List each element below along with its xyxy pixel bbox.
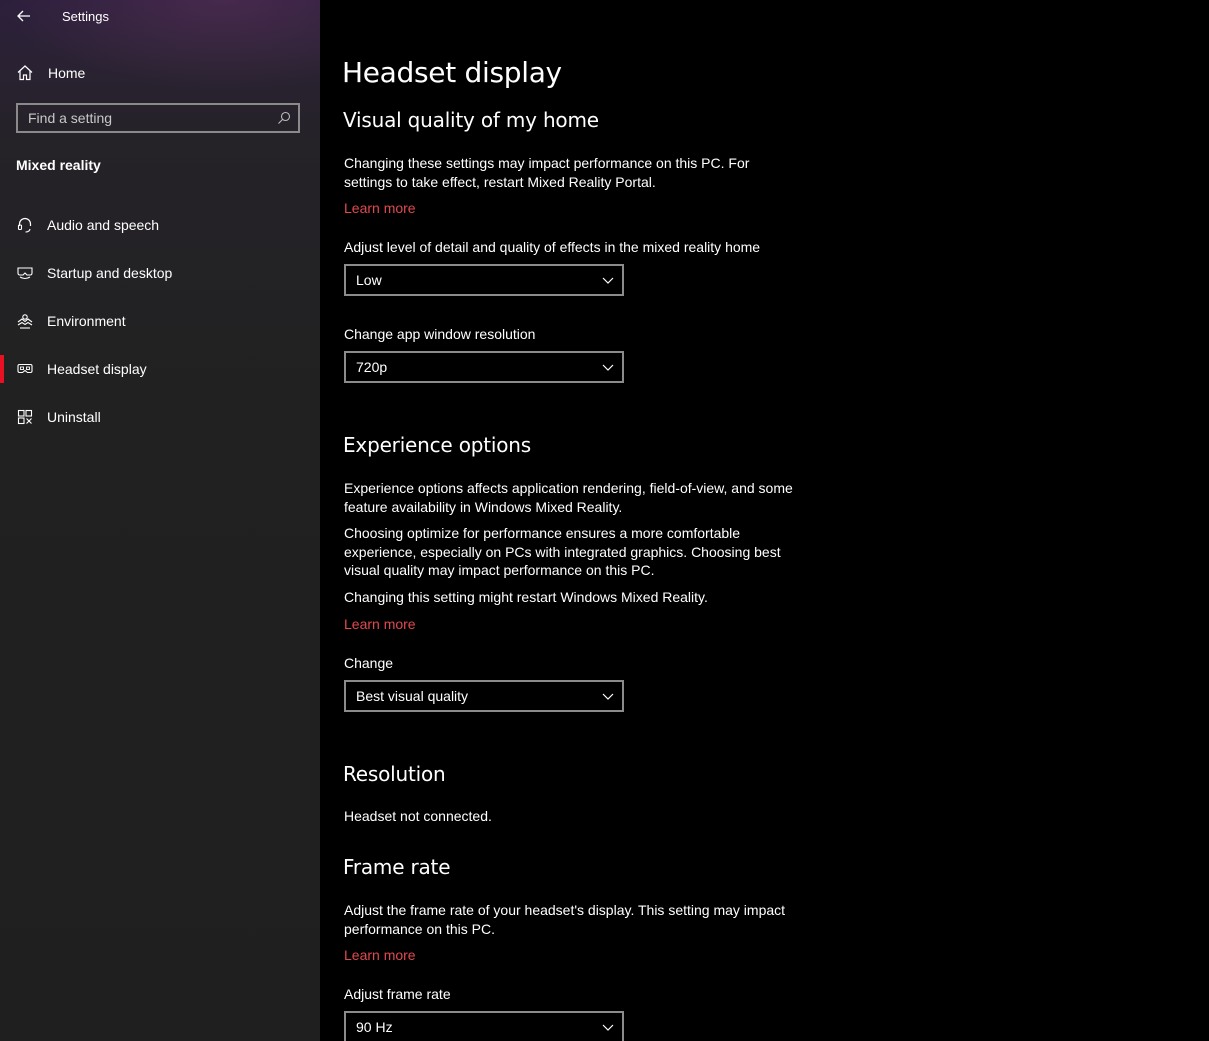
nav-home-label: Home (48, 65, 86, 81)
frame-rate-dropdown[interactable]: 90 Hz (344, 1011, 624, 1041)
app-window-resolution-label: Change app window resolution (344, 326, 536, 342)
nav-home[interactable]: Home (0, 56, 320, 90)
experience-description-1: Experience options affects application r… (344, 480, 793, 515)
app-title: Settings (62, 9, 109, 24)
sidebar-item-label: Headset display (47, 361, 147, 377)
detail-level-label: Adjust level of detail and quality of ef… (344, 239, 761, 255)
search-icon[interactable] (277, 111, 291, 125)
sidebar-item-audio-and-speech[interactable]: Audio and speech (0, 205, 320, 245)
page-title: Headset display (342, 56, 562, 89)
experience-change-dropdown[interactable]: Best visual quality (344, 680, 624, 712)
back-arrow-icon (17, 10, 30, 22)
back-button[interactable] (10, 4, 38, 28)
sidebar-item-label: Startup and desktop (47, 265, 173, 281)
resolution-status: Headset not connected. (344, 808, 492, 824)
headset-icon (17, 267, 33, 280)
resolution-heading: Resolution (343, 762, 446, 786)
headset-display-icon (17, 363, 33, 374)
sidebar: Settings Home Mixed reality Audio and sp… (0, 0, 320, 1041)
frame-rate-learn-more-link[interactable]: Learn more (344, 947, 416, 963)
chevron-down-icon (602, 1024, 614, 1031)
frame-rate-heading: Frame rate (343, 855, 451, 879)
sidebar-item-headset-display[interactable]: Headset display (0, 349, 320, 389)
detail-level-value: Low (356, 272, 382, 288)
sidebar-item-environment[interactable]: Environment (0, 301, 320, 341)
sidebar-item-uninstall[interactable]: Uninstall (0, 397, 320, 437)
search-box[interactable] (16, 103, 300, 133)
experience-change-value: Best visual quality (356, 688, 469, 704)
environment-icon (17, 314, 33, 329)
visual-quality-learn-more-link[interactable]: Learn more (344, 200, 416, 216)
active-indicator (0, 355, 4, 383)
experience-learn-more-link[interactable]: Learn more (344, 616, 416, 632)
sidebar-item-label: Uninstall (47, 409, 101, 425)
experience-options-heading: Experience options (343, 433, 531, 457)
frame-rate-description: Adjust the frame rate of your headset's … (344, 902, 786, 937)
visual-quality-heading: Visual quality of my home (343, 108, 599, 132)
visual-quality-description: Changing these settings may impact perfo… (344, 155, 750, 190)
settings-window: Settings Home Mixed reality Audio and sp… (0, 0, 1209, 1041)
chevron-down-icon (602, 277, 614, 284)
uninstall-icon (17, 409, 33, 425)
sidebar-item-startup-and-desktop[interactable]: Startup and desktop (0, 253, 320, 293)
home-icon (17, 65, 33, 81)
chevron-down-icon (602, 693, 614, 700)
frame-rate-value: 90 Hz (356, 1019, 393, 1035)
app-window-resolution-dropdown[interactable]: 720p (344, 351, 624, 383)
frame-rate-label: Adjust frame rate (344, 986, 451, 1002)
headset-mic-icon (17, 217, 32, 233)
experience-change-label: Change (344, 655, 394, 671)
title-bar: Settings (0, 0, 320, 34)
detail-level-dropdown[interactable]: Low (344, 264, 624, 296)
sidebar-item-label: Environment (47, 313, 126, 329)
app-window-resolution-value: 720p (356, 359, 388, 375)
sidebar-item-label: Audio and speech (47, 217, 160, 233)
chevron-down-icon (602, 364, 614, 371)
experience-description-3: Changing this setting might restart Wind… (344, 589, 708, 605)
experience-description-2: Choosing optimize for performance ensure… (344, 525, 781, 578)
section-label: Mixed reality (16, 157, 101, 173)
search-input[interactable] (18, 105, 278, 131)
main-content: Headset display Visual quality of my hom… (320, 0, 1209, 1041)
